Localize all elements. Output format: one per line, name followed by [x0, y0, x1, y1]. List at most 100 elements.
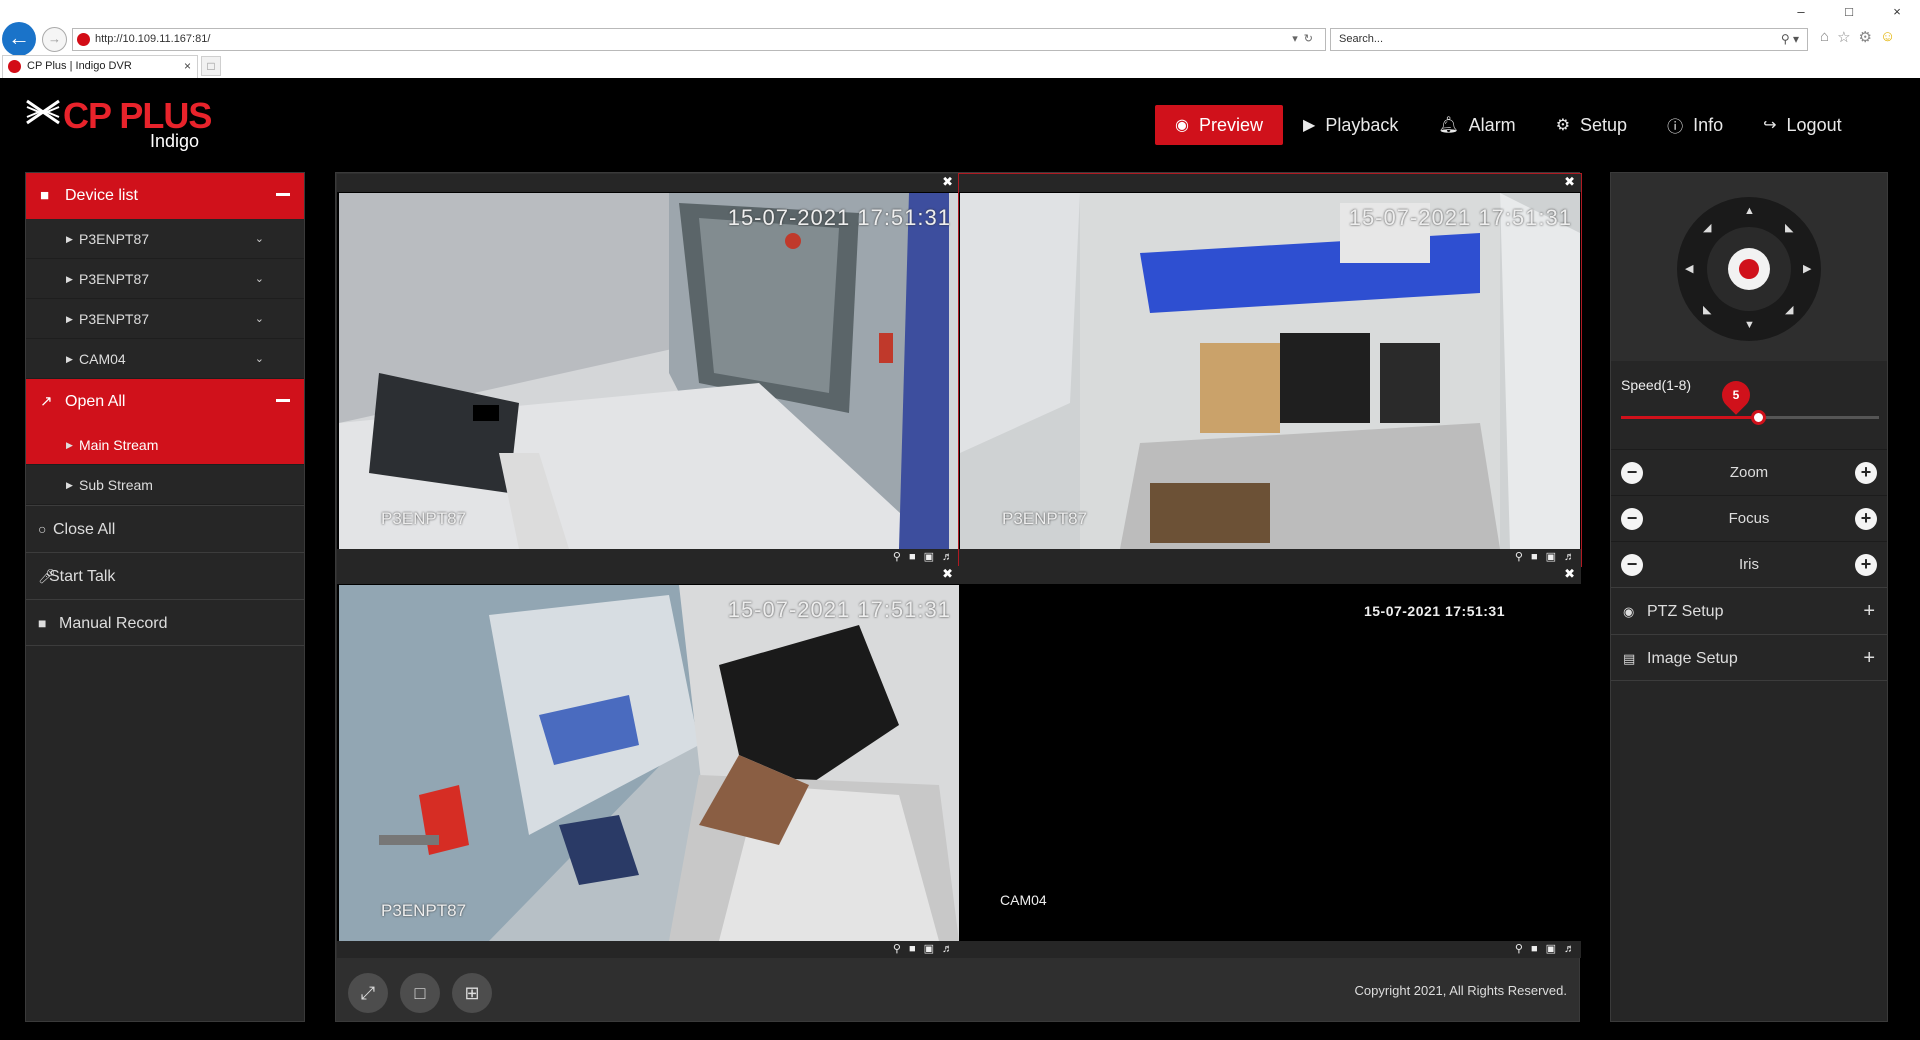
tab-close-icon[interactable]: × [184, 56, 191, 77]
device-list-header[interactable]: ■ Device list [26, 173, 304, 219]
open-all-header[interactable]: ↗ Open All [26, 379, 304, 425]
arrow-up-right-icon[interactable]: ◣ [1785, 221, 1793, 234]
close-icon[interactable]: ✖ [942, 174, 953, 190]
settings-icon[interactable]: ⚙ [1859, 28, 1872, 46]
camera-icon[interactable]: ▣ [1546, 941, 1556, 958]
video-tile[interactable]: ✖ 15-07-2021 17:51:31 P3ENPT87 ⚲ ■ ▣ ♬ [337, 566, 959, 958]
focus-plus-button[interactable]: + [1855, 508, 1877, 530]
record-icon[interactable]: ■ [1531, 549, 1538, 566]
nav-alarm[interactable]: 🔔︎ Alarm [1418, 105, 1535, 145]
tile-tools: ⚲ ■ ▣ ♬ [1515, 941, 1575, 958]
speed-slider[interactable]: 5 [1621, 375, 1879, 425]
new-tab-button[interactable]: □ [201, 56, 221, 76]
audio-icon[interactable]: ♬ [1564, 549, 1575, 566]
close-all-label: Close All [53, 521, 116, 538]
smiley-icon[interactable]: ☺ [1880, 28, 1895, 46]
audio-icon[interactable]: ♬ [942, 941, 953, 958]
start-talk-button[interactable]: 🎤︎ Start Talk [26, 552, 304, 599]
iris-minus-button[interactable]: − [1621, 554, 1643, 576]
tile-tools: ⚲ ■ ▣ ♬ [893, 549, 953, 566]
arrow-up-icon[interactable]: ▲ [1744, 205, 1755, 217]
chevron-down-icon[interactable]: ⌄ [255, 219, 264, 259]
zoom-icon[interactable]: ⚲ [893, 549, 901, 566]
ptz-setup-section[interactable]: ◉ PTZ Setup + [1611, 587, 1887, 634]
restore-button[interactable]: □ [1836, 4, 1862, 19]
browser-tab[interactable]: CP Plus | Indigo DVR × [2, 55, 198, 78]
device-item[interactable]: ▶ P3ENPT87 ⌄ [26, 219, 304, 259]
camera-icon[interactable]: ▣ [924, 549, 934, 566]
collapse-icon[interactable] [276, 193, 290, 196]
back-button[interactable]: ← [2, 22, 36, 56]
image-setup-section[interactable]: ▤ Image Setup + [1611, 634, 1887, 681]
osd-camera-name: P3ENPT87 [381, 509, 467, 528]
address-bar[interactable]: http://10.109.11.167:81/ ▾↻ [72, 28, 1326, 51]
record-icon[interactable]: ■ [909, 549, 916, 566]
iris-plus-button[interactable]: + [1855, 554, 1877, 576]
quad-view-button[interactable]: ⊞ [452, 973, 492, 1013]
arrow-down-icon[interactable]: ▼ [1744, 319, 1755, 331]
nav-info[interactable]: ⓘ Info [1647, 105, 1743, 145]
device-item[interactable]: ▶ P3ENPT87 ⌄ [26, 259, 304, 299]
camera-scene-3 [339, 585, 959, 941]
circle-icon: ○ [38, 521, 47, 537]
nav-logout[interactable]: ↪ Logout [1743, 105, 1861, 145]
single-view-button[interactable]: □ [400, 973, 440, 1013]
close-icon[interactable]: ✖ [1564, 566, 1575, 582]
info-icon: ⓘ [1667, 119, 1684, 136]
minimize-button[interactable]: – [1788, 4, 1814, 19]
camera-icon[interactable]: ▣ [1546, 549, 1556, 566]
dial-center-button[interactable] [1728, 248, 1770, 290]
fullscreen-button[interactable]: ⤢ [348, 973, 388, 1013]
home-icon[interactable]: ⌂ [1820, 28, 1829, 46]
close-icon[interactable]: ✖ [1564, 174, 1575, 190]
chevron-down-icon[interactable]: ⌄ [255, 299, 264, 339]
sub-stream-item[interactable]: ▶ Sub Stream [26, 465, 304, 505]
video-tile[interactable]: ✖ 15-07-2021 17:51:31 P3ENPT87 ⚲ ■ ▣ ♬ [337, 174, 959, 566]
forward-button[interactable]: → [42, 27, 67, 52]
nav-playback[interactable]: ▶ Playback [1283, 105, 1418, 145]
collapse-icon[interactable] [276, 399, 290, 402]
nav-setup[interactable]: ⚙ Setup [1536, 105, 1647, 145]
ptz-dial[interactable]: ▲ ▼ ◀ ▶ ◢ ◣ ◣ ◢ [1677, 197, 1821, 341]
arrow-down-right-icon[interactable]: ◢ [1785, 303, 1793, 316]
record-icon[interactable]: ■ [1531, 941, 1538, 958]
browser-search-input[interactable]: Search... ⚲ ▾ [1330, 28, 1808, 51]
iris-control: − Iris + [1611, 541, 1887, 587]
video-tile[interactable]: ✖ 15-07-2021 17:51:31 P3ENPT87 ⚲ ■ ▣ ♬ [958, 173, 1582, 567]
video-tile[interactable]: ✖ 15-07-2021 17:51:31 CAM04 ⚲ ■ ▣ ♬ [959, 566, 1581, 958]
expand-plus-icon[interactable]: + [1863, 635, 1875, 682]
expand-plus-icon[interactable]: + [1863, 588, 1875, 635]
chevron-down-icon[interactable]: ⌄ [255, 259, 264, 299]
close-all-button[interactable]: ○ Close All [26, 505, 304, 552]
zoom-icon[interactable]: ⚲ [893, 941, 901, 958]
zoom-out-button[interactable]: − [1621, 462, 1643, 484]
main-stream-item[interactable]: ▶ Main Stream [26, 425, 304, 465]
star-icon[interactable]: ☆ [1837, 28, 1850, 46]
single-square-icon: □ [414, 983, 426, 1003]
zoom-icon[interactable]: ⚲ [1515, 549, 1523, 566]
audio-icon[interactable]: ♬ [1564, 941, 1575, 958]
audio-icon[interactable]: ♬ [942, 549, 953, 566]
arrow-up-left-icon[interactable]: ◢ [1703, 221, 1711, 234]
record-icon[interactable]: ■ [909, 941, 916, 958]
speed-slider-thumb[interactable] [1751, 410, 1766, 425]
zoom-in-button[interactable]: + [1855, 462, 1877, 484]
arrow-down-left-icon[interactable]: ◣ [1703, 303, 1711, 316]
close-icon[interactable]: ✖ [942, 566, 953, 582]
close-window-button[interactable]: × [1884, 4, 1910, 19]
device-item[interactable]: ▶ CAM04 ⌄ [26, 339, 304, 379]
focus-minus-button[interactable]: − [1621, 508, 1643, 530]
zoom-icon[interactable]: ⚲ [1515, 941, 1523, 958]
refresh-icon[interactable]: ▾↻ [1292, 29, 1319, 50]
image-icon: ▤ [1623, 651, 1636, 666]
nav-preview[interactable]: ◉ Preview [1155, 105, 1283, 145]
chevron-down-icon[interactable]: ⌄ [255, 339, 264, 379]
search-icon[interactable]: ⚲ ▾ [1781, 29, 1799, 50]
manual-record-button[interactable]: ■ Manual Record [26, 599, 304, 646]
device-item[interactable]: ▶ P3ENPT87 ⌄ [26, 299, 304, 339]
camera-icon[interactable]: ▣ [924, 941, 934, 958]
arrow-left-icon[interactable]: ◀ [1685, 262, 1693, 275]
arrow-right-icon[interactable]: ▶ [1803, 262, 1811, 275]
osd-camera-name: P3ENPT87 [1002, 509, 1088, 528]
device-name: CAM04 [79, 351, 126, 367]
